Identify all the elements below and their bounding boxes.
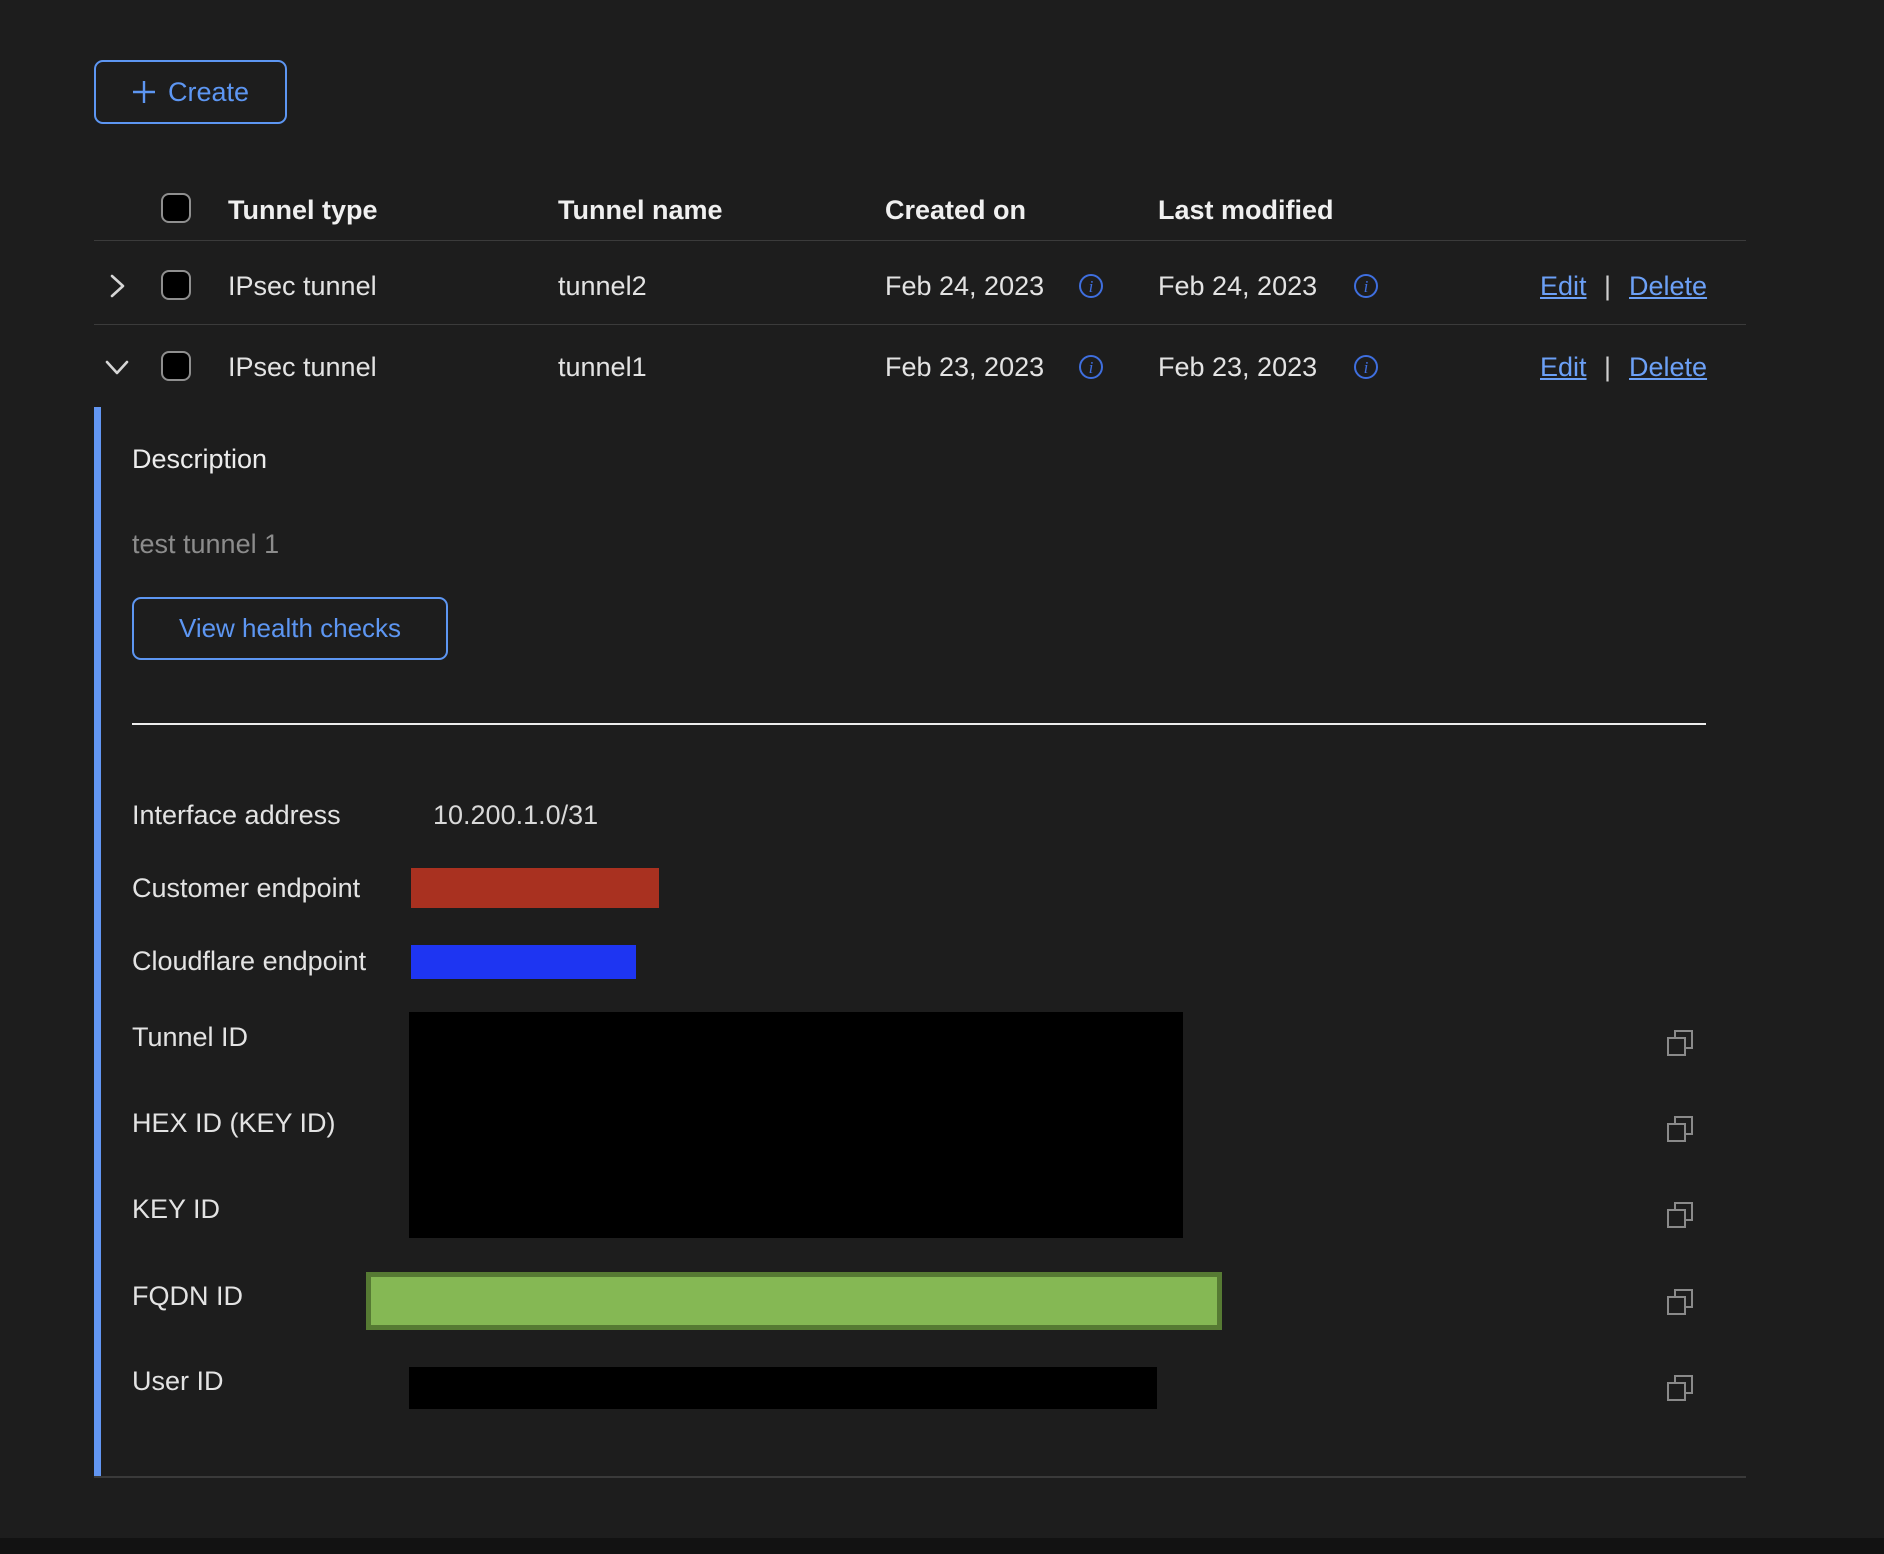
description-value: test tunnel 1 — [132, 529, 279, 560]
header-divider — [94, 240, 1746, 241]
bottom-strip — [0, 1538, 1884, 1554]
tunnel-name-cell: tunnel2 — [558, 271, 647, 301]
chevron-right-icon[interactable] — [106, 272, 128, 300]
copy-icon — [1665, 1287, 1695, 1317]
tunnel-name-cell: tunnel1 — [558, 352, 647, 382]
created-on-cell: Feb 24, 2023 — [885, 271, 1044, 301]
column-header-tunnel-name: Tunnel name — [558, 195, 723, 225]
created-on-cell: Feb 23, 2023 — [885, 352, 1044, 382]
expanded-panel-bottom-divider — [94, 1476, 1746, 1478]
field-label: FQDN ID — [132, 1281, 243, 1312]
field-label: Customer endpoint — [132, 873, 360, 904]
cloudflare-endpoint-redaction — [411, 945, 636, 979]
expanded-panel-accent-border — [94, 407, 101, 1477]
svg-text:i: i — [1089, 358, 1094, 377]
svg-text:i: i — [1364, 277, 1369, 296]
svg-text:i: i — [1364, 358, 1369, 377]
column-header-tunnel-type: Tunnel type — [228, 195, 378, 225]
chevron-down-icon[interactable] — [103, 356, 131, 378]
field-label: Interface address — [132, 800, 341, 831]
copy-fqdn-id-button[interactable] — [1662, 1285, 1698, 1321]
create-button[interactable]: Create — [94, 60, 287, 124]
copy-icon — [1665, 1114, 1695, 1144]
select-all-checkbox[interactable] — [161, 193, 191, 223]
copy-icon — [1665, 1028, 1695, 1058]
field-label: Tunnel ID — [132, 1022, 248, 1053]
delete-link[interactable]: Delete — [1629, 271, 1707, 301]
action-separator: | — [1604, 271, 1611, 301]
copy-icon — [1665, 1200, 1695, 1230]
column-header-last-modified: Last modified — [1158, 195, 1334, 225]
customer-endpoint-redaction — [411, 868, 659, 908]
edit-link[interactable]: Edit — [1540, 271, 1587, 301]
info-icon[interactable]: i — [1353, 354, 1379, 380]
info-icon[interactable]: i — [1078, 354, 1104, 380]
tunnel-type-cell: IPsec tunnel — [228, 352, 377, 382]
view-health-checks-button[interactable]: View health checks — [132, 597, 448, 660]
copy-user-id-button[interactable] — [1662, 1371, 1698, 1407]
info-icon[interactable]: i — [1078, 273, 1104, 299]
column-header-created-on: Created on — [885, 195, 1026, 225]
copy-icon — [1665, 1373, 1695, 1403]
field-label: User ID — [132, 1366, 224, 1397]
field-label: Cloudflare endpoint — [132, 946, 366, 977]
ids-redaction — [409, 1012, 1183, 1238]
fqdn-id-redaction — [366, 1272, 1222, 1330]
row-divider — [94, 324, 1746, 325]
last-modified-cell: Feb 24, 2023 — [1158, 271, 1317, 301]
copy-hex-id-button[interactable] — [1662, 1112, 1698, 1148]
plus-icon — [132, 80, 156, 104]
create-button-label: Create — [168, 77, 249, 108]
svg-text:i: i — [1089, 277, 1094, 296]
last-modified-cell: Feb 23, 2023 — [1158, 352, 1317, 382]
tunnel-type-cell: IPsec tunnel — [228, 271, 377, 301]
description-label: Description — [132, 444, 267, 475]
row-checkbox[interactable] — [161, 270, 191, 300]
copy-key-id-button[interactable] — [1662, 1198, 1698, 1234]
field-label: HEX ID (KEY ID) — [132, 1108, 336, 1139]
field-label: KEY ID — [132, 1194, 220, 1225]
edit-link[interactable]: Edit — [1540, 352, 1587, 382]
row-checkbox[interactable] — [161, 351, 191, 381]
user-id-redaction — [409, 1367, 1157, 1409]
copy-tunnel-id-button[interactable] — [1662, 1026, 1698, 1062]
action-separator: | — [1604, 352, 1611, 382]
delete-link[interactable]: Delete — [1629, 352, 1707, 382]
ipsec-tunnels-page: Create Tunnel type Tunnel name Created o… — [0, 0, 1884, 1554]
info-icon[interactable]: i — [1353, 273, 1379, 299]
section-divider — [132, 723, 1706, 725]
interface-address-value: 10.200.1.0/31 — [433, 800, 598, 831]
